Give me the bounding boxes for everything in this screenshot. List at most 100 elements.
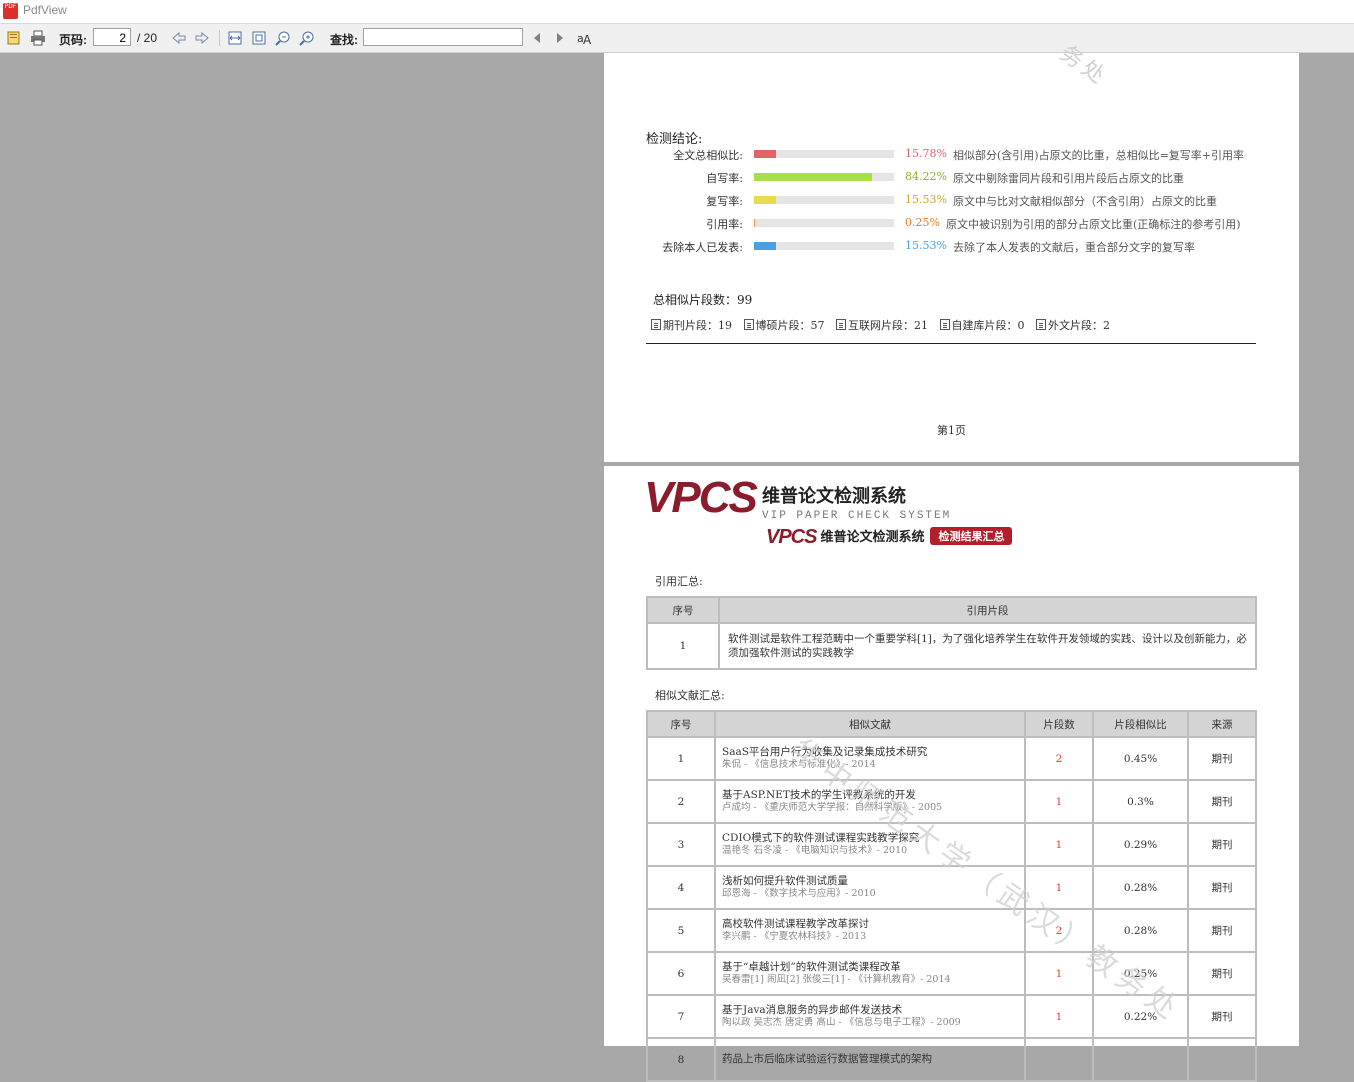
cell-segment-count: 1: [1025, 995, 1093, 1038]
document-title: 基于Java消息服务的异步邮件发送技术: [722, 1004, 1018, 1017]
cell-segment-ratio: [1093, 1038, 1188, 1081]
next-page-icon[interactable]: [193, 29, 211, 47]
segment-label: 期刊片段：19: [663, 319, 732, 332]
pdf-app-icon: PDF: [3, 3, 18, 19]
cell-no: 1: [647, 623, 719, 669]
cell-no: 6: [647, 952, 715, 995]
col-header: 序号: [647, 597, 719, 623]
cell-document: 高校软件测试课程教学改革探讨李兴鹏 - 《宁夏农林科技》- 2013: [715, 909, 1025, 952]
document-meta: 李兴鹏 - 《宁夏农林科技》- 2013: [722, 931, 1018, 943]
find-label: 查找:: [330, 31, 358, 48]
total-segments: 总相似片段数：99: [653, 291, 752, 308]
mini-logo: VPCS: [766, 526, 816, 548]
cell-no: 5: [647, 909, 715, 952]
metric-description: 原文中被识别为引用的部分占原文比重(正确标注的参考引用): [946, 216, 1241, 232]
table-row: 5高校软件测试课程教学改革探讨李兴鹏 - 《宁夏农林科技》- 201320.28…: [647, 909, 1256, 952]
cell-document: 基于“卓越计划”的软件测试类课程改革吴春雷[1] 闹凪[2] 张俊三[1] - …: [715, 952, 1025, 995]
logo-mark: VPCS: [644, 473, 756, 522]
col-header: 相似文献: [715, 711, 1025, 737]
similar-docs-title: 相似文献汇总:: [655, 687, 725, 703]
col-header: 来源: [1188, 711, 1256, 737]
metric-bar: [754, 196, 894, 204]
segment-foreign: 外文片段：2: [1036, 317, 1110, 333]
window-titlebar: PDF PdfView: [0, 0, 1354, 24]
cell-segment-count: 1: [1025, 780, 1093, 823]
document-icon: [651, 319, 661, 330]
table-row: 1 软件测试是软件工程范畴中一个重要学科[1]，为了强化培养学生在软件开发领域的…: [647, 623, 1256, 669]
document-icon: [1036, 319, 1046, 330]
document-icon: [836, 319, 846, 330]
metric-percent: 15.53%: [905, 239, 947, 252]
document-meta: 吴春雷[1] 闹凪[2] 张俊三[1] - 《计算机教育》- 2014: [722, 974, 1018, 986]
window-title: PdfView: [23, 3, 67, 17]
metric-percent: 0.25%: [905, 216, 940, 229]
document-title: 高校软件测试课程教学改革探讨: [722, 918, 1018, 931]
metric-percent: 84.22%: [905, 170, 947, 183]
col-header: 序号: [647, 711, 715, 737]
report-system-name: 维普论文检测系统: [820, 530, 924, 545]
metric-description: 原文中剔除雷同片段和引用片段后占原文的比重: [953, 170, 1184, 186]
fit-width-icon[interactable]: [226, 29, 244, 47]
prev-page-icon[interactable]: [170, 29, 188, 47]
table-row: 8药品上市后临床试验运行数据管理模式的架构: [647, 1038, 1256, 1081]
cell-source: [1188, 1038, 1256, 1081]
metric-row: 引用率:0.25%原文中被识别为引用的部分占原文比重(正确标注的参考引用): [604, 215, 1299, 233]
segment-custom-db: 自建库片段：0: [940, 317, 1025, 333]
cell-segment-ratio: 0.29%: [1093, 823, 1188, 866]
pdf-page-1: 务处 检测结论: 全文总相似比:15.78%相似部分(含引用)占原文的比重，总相…: [604, 53, 1299, 462]
report-header: VPCS维普论文检测系统检测结果汇总: [766, 526, 1012, 549]
page-number-input[interactable]: 2: [93, 28, 131, 46]
col-header: 片段数: [1025, 711, 1093, 737]
page-number: 第1页: [604, 422, 1299, 438]
metric-bar-fill: [754, 173, 872, 181]
segment-label: 博硕片段：57: [756, 319, 825, 332]
metric-row: 全文总相似比:15.78%相似部分(含引用)占原文的比重，总相似比=复写率+引用…: [604, 146, 1299, 164]
zoom-out-icon[interactable]: [274, 29, 292, 47]
find-input[interactable]: [363, 28, 523, 46]
divider: [646, 343, 1256, 344]
fit-page-icon[interactable]: [250, 29, 268, 47]
metric-bar: [754, 219, 894, 227]
table-row: 1SaaS平台用户行为收集及记录集成技术研究朱侃 - 《信息技术与标准化》- 2…: [647, 737, 1256, 780]
cell-segment-count: [1025, 1038, 1093, 1081]
cell-no: 1: [647, 737, 715, 780]
cell-source: 期刊: [1188, 909, 1256, 952]
cell-source: 期刊: [1188, 995, 1256, 1038]
zoom-in-icon[interactable]: [298, 29, 316, 47]
cell-no: 4: [647, 866, 715, 909]
logo-english-name: VIP PAPER CHECK SYSTEM: [762, 510, 951, 522]
open-file-icon[interactable]: [5, 29, 23, 47]
segment-internet: 互联网片段：21: [836, 317, 928, 333]
metric-label: 复写率:: [706, 193, 743, 209]
cell-source: 期刊: [1188, 866, 1256, 909]
metric-percent: 15.78%: [905, 147, 947, 160]
metric-description: 原文中与比对文献相似部分（不含引用）占原文的比重: [953, 193, 1217, 209]
metric-label: 全文总相似比:: [673, 147, 743, 163]
metric-bar-fill: [754, 242, 776, 250]
document-title: SaaS平台用户行为收集及记录集成技术研究: [722, 746, 1018, 759]
pdf-page-2: VPCS 维普论文检测系统 VIP PAPER CHECK SYSTEM VPC…: [604, 466, 1299, 1046]
cell-no: 3: [647, 823, 715, 866]
cell-segment-count: 1: [1025, 823, 1093, 866]
logo-chinese-name: 维普论文检测系统: [762, 482, 906, 508]
document-icon: [940, 319, 950, 330]
cell-segment-ratio: 0.28%: [1093, 866, 1188, 909]
metric-description: 去除了本人发表的文献后，重合部分文字的复写率: [953, 239, 1195, 255]
cell-source: 期刊: [1188, 952, 1256, 995]
toolbar: 页码: 2 / 20 查找: aA: [0, 24, 1354, 53]
conclusion-title: 检测结论:: [646, 128, 702, 147]
document-title: 基于“卓越计划”的软件测试类课程改革: [722, 961, 1018, 974]
find-next-icon[interactable]: [551, 29, 569, 47]
table-row: 2基于ASP.NET技术的学生评教系统的开发卢成均 - 《重庆师范大学学报：自然…: [647, 780, 1256, 823]
cell-segment-ratio: 0.45%: [1093, 737, 1188, 780]
print-icon[interactable]: [29, 29, 47, 47]
cell-segment-ratio: 0.3%: [1093, 780, 1188, 823]
metric-bar: [754, 242, 894, 250]
cell-source: 期刊: [1188, 780, 1256, 823]
metric-label: 自写率:: [706, 170, 743, 186]
segment-counts: 期刊片段：19 博硕片段：57 互联网片段：21 自建库片段：0 外文片段：2: [651, 317, 1118, 333]
metric-row: 自写率: 84.22% 原文中剔除雷同片段和引用片段后占原文的比重: [604, 169, 1299, 187]
match-case-icon[interactable]: aA: [575, 29, 593, 47]
find-previous-icon[interactable]: [528, 29, 546, 47]
col-header: 引用片段: [719, 597, 1256, 623]
